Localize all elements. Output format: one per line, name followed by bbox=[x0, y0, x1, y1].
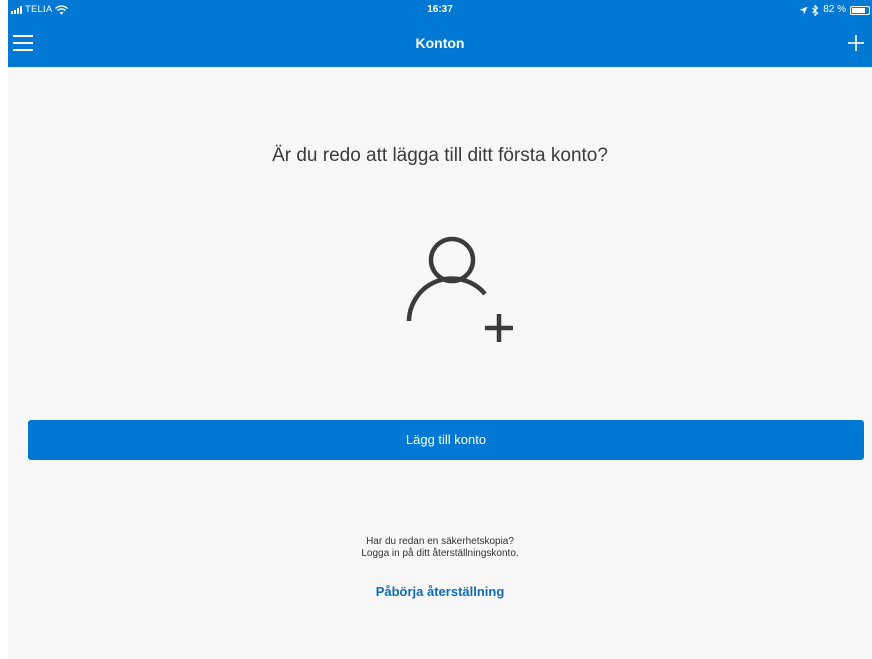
status-time: 16:37 bbox=[427, 4, 453, 15]
add-account-button[interactable]: Lägg till konto bbox=[28, 420, 864, 460]
app-screen: TELIA 16:37 82 % Konton Är du redo att l… bbox=[8, 0, 872, 659]
battery-icon bbox=[850, 5, 870, 15]
bluetooth-icon bbox=[812, 4, 819, 16]
person-add-icon bbox=[406, 236, 513, 342]
plus-icon[interactable] bbox=[844, 31, 868, 55]
top-bar: TELIA 16:37 82 % Konton bbox=[8, 0, 872, 67]
page-title: Konton bbox=[415, 35, 465, 51]
status-bar: TELIA 16:37 82 % bbox=[8, 0, 872, 20]
battery-percent: 82 % bbox=[823, 4, 846, 15]
backup-info: Har du redan en säkerhetskopia? Logga in… bbox=[8, 536, 872, 560]
status-right: 82 % bbox=[799, 0, 870, 20]
empty-state-heading: Är du redo att lägga till ditt första ko… bbox=[272, 145, 608, 166]
location-arrow-icon bbox=[799, 6, 808, 14]
backup-info-line-2: Logga in på ditt återställningskonto. bbox=[361, 548, 519, 559]
backup-info-line-1: Har du redan en säkerhetskopia? bbox=[366, 536, 514, 547]
navigation-bar: Konton bbox=[8, 20, 872, 67]
start-restore-link[interactable]: Påbörja återställning bbox=[8, 584, 872, 599]
